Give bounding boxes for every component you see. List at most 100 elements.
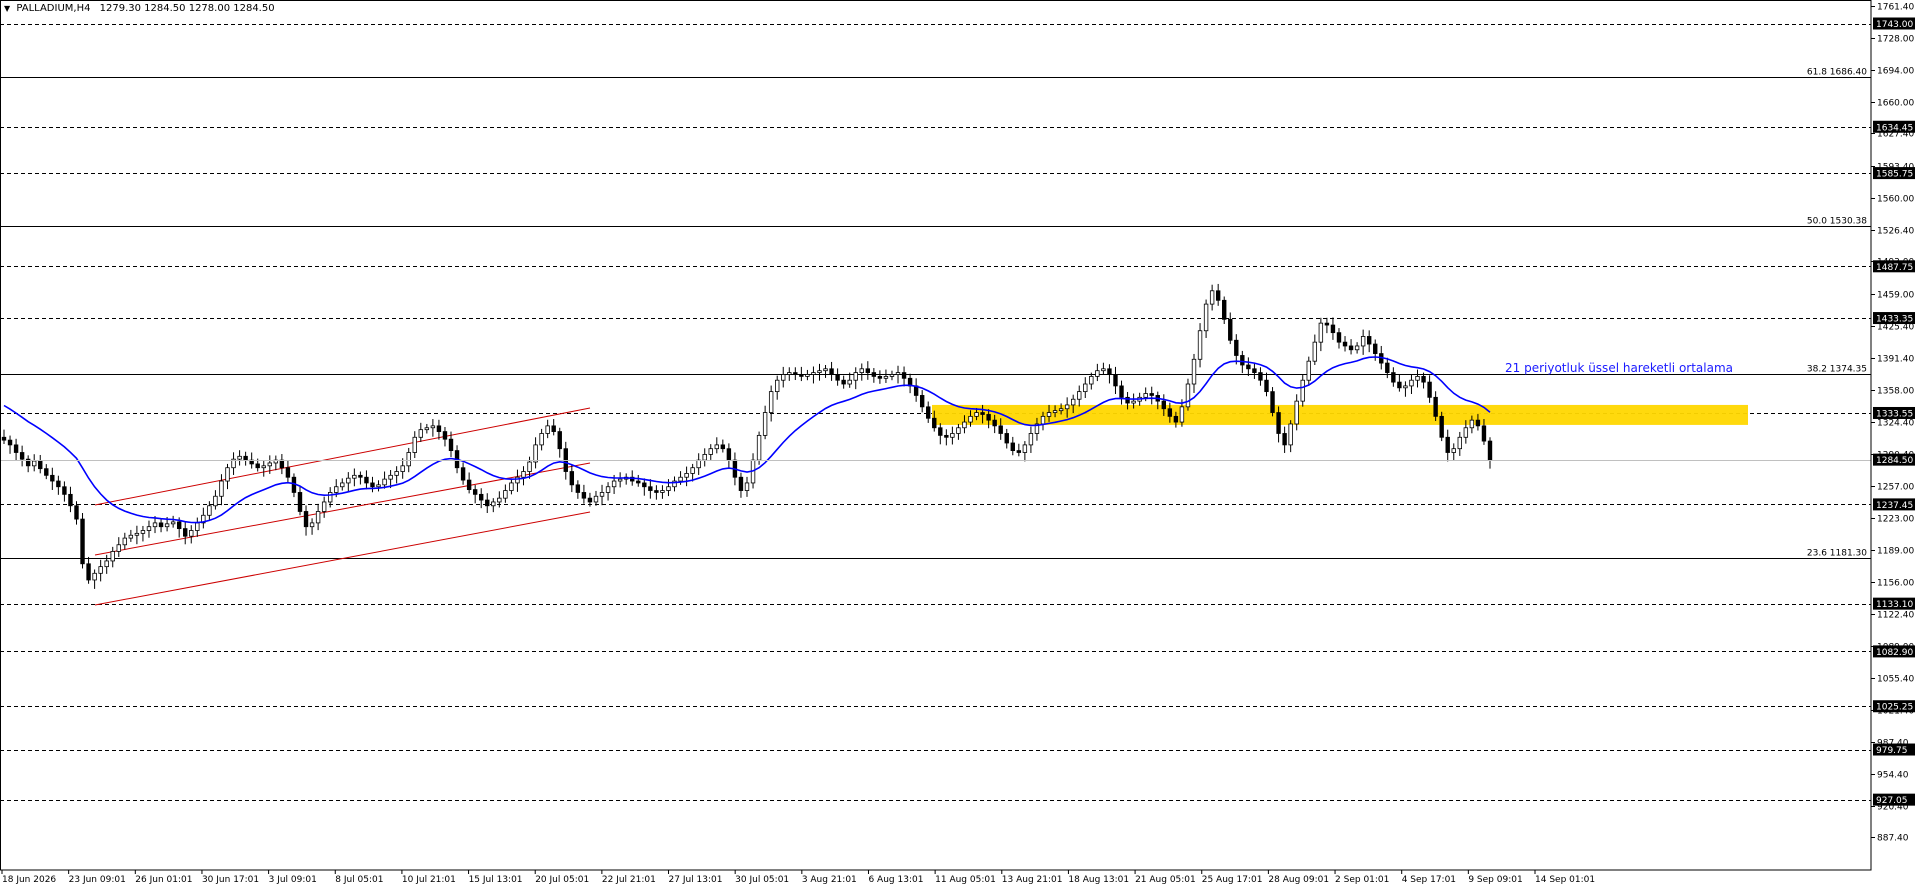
candle (829, 361, 834, 381)
candle (581, 484, 587, 504)
candle-body (1487, 440, 1493, 461)
candle-body (938, 427, 943, 436)
sr-price-label: 1025.25 (1876, 703, 1913, 713)
candle (7, 435, 13, 454)
y-tick-label: 1526.40 (1877, 227, 1914, 237)
candle-body (146, 526, 152, 531)
candle (539, 428, 544, 451)
candle (19, 445, 25, 467)
candle-body (7, 439, 13, 446)
candle-body (285, 467, 291, 478)
x-tick-label: 27 Jul 13:01 (669, 875, 723, 885)
candle-body (835, 374, 840, 381)
candle-body (460, 467, 466, 481)
candle-body (666, 486, 671, 491)
sr-price-label: 1585.75 (1876, 170, 1913, 180)
x-tick-label: 20 Jul 05:01 (535, 875, 589, 885)
candle (1203, 299, 1209, 338)
candle-body (1004, 433, 1009, 444)
candle-body (1058, 408, 1064, 412)
candle (1215, 283, 1221, 306)
candle-body (992, 419, 997, 427)
candle (1385, 357, 1390, 379)
candle-body (877, 376, 883, 379)
candle (291, 473, 297, 498)
x-tick-label: 10 Jul 21:01 (402, 875, 456, 885)
candle-body (575, 484, 581, 493)
candle (1107, 364, 1112, 384)
candle (497, 491, 502, 508)
price-axis[interactable]: 1761.401728.001694.001660.001627.401593.… (1871, 3, 1915, 844)
y-tick-label: 1257.00 (1877, 483, 1914, 493)
candle-body (430, 425, 436, 429)
candle (1318, 317, 1324, 352)
candle (1016, 443, 1022, 457)
candle (195, 517, 200, 537)
candle-body (189, 530, 194, 537)
candle-body (1240, 355, 1245, 366)
candle-body (50, 474, 55, 482)
candle (1185, 378, 1191, 411)
candlestick-chart[interactable]: 61.8 1686.40 50.0 1530.38 38.2 1374.35 23.6… (0, 0, 1916, 888)
candle-body (19, 452, 25, 460)
x-tick-label: 26 Jun 01:01 (135, 875, 192, 885)
dropdown-triangle-icon[interactable]: ▼ (4, 4, 10, 13)
candle-body (974, 412, 979, 417)
candle-body (1457, 436, 1462, 450)
candle (1312, 334, 1318, 365)
candle-body (436, 425, 442, 432)
candle (376, 480, 381, 492)
candle-body (448, 438, 454, 451)
candle-body (279, 459, 285, 469)
candle-body (527, 461, 532, 472)
candle (956, 423, 961, 440)
candle (599, 484, 605, 506)
candle (762, 405, 768, 440)
candle-body (968, 415, 973, 423)
candle (479, 488, 484, 509)
candle-body (1481, 425, 1487, 442)
x-tick-label: 22 Jul 21:01 (602, 875, 656, 885)
candle-body (1264, 379, 1269, 393)
candle-body (636, 480, 641, 484)
candle-body (847, 379, 852, 385)
candle (1149, 386, 1154, 405)
candle-body (648, 486, 653, 491)
candle (50, 467, 55, 490)
time-axis[interactable]: 18 Jun 2026 23 Jun 09:01 26 Jun 01:01 30 Ju… (1, 870, 1595, 885)
candle-body (1119, 385, 1124, 398)
x-tick-label: 2 Sep 01:01 (1335, 875, 1389, 885)
price-channel (94, 407, 591, 606)
candle (1246, 357, 1251, 377)
candle-body (521, 471, 526, 478)
candle-body (1222, 299, 1227, 320)
candle-body (1415, 376, 1420, 381)
candle (877, 370, 883, 384)
candle-body (1445, 436, 1450, 453)
candle-body (1469, 419, 1475, 429)
candle-body (1040, 415, 1046, 425)
candle-body (225, 467, 230, 482)
candle (503, 484, 508, 503)
candle (340, 478, 345, 491)
candle-body (334, 486, 339, 493)
candle-body (829, 368, 834, 375)
candle-body (1330, 324, 1336, 334)
y-tick-label: 1223.00 (1877, 515, 1914, 525)
candle-body (13, 444, 19, 453)
candle-body (1107, 368, 1112, 375)
candle-body (805, 374, 810, 377)
candle (617, 472, 623, 488)
candle-body (86, 563, 91, 581)
candle (823, 364, 828, 378)
candle (62, 481, 67, 502)
candle-body (859, 368, 864, 373)
candle-body (74, 505, 79, 520)
candle (714, 437, 719, 454)
candle-body (1409, 379, 1414, 387)
candle (521, 466, 526, 486)
candle (189, 525, 194, 544)
candle-body (261, 465, 266, 469)
candle (1324, 317, 1330, 334)
candle (895, 365, 901, 384)
